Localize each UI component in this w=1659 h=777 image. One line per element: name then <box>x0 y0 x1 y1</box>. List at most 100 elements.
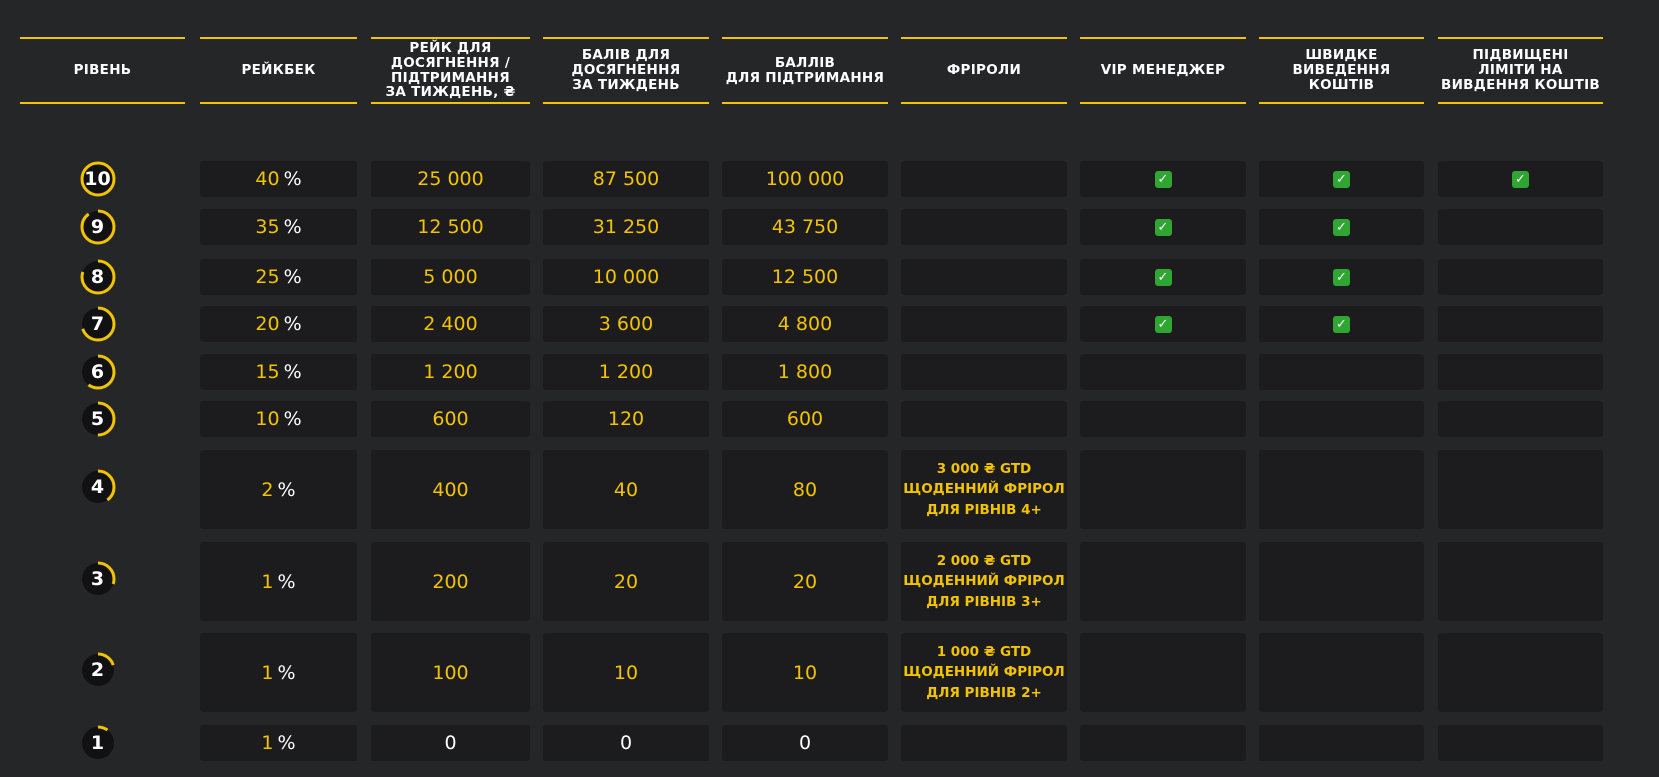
rakeback-cell: 15% <box>200 354 357 390</box>
level-badge: 7 <box>80 306 116 342</box>
header-line: ДЛЯ ПІДТРИМАННЯ <box>725 69 885 86</box>
fast-withdrawal-cell <box>1259 725 1424 761</box>
freeroll-cell <box>901 354 1067 390</box>
fast-withdrawal-cell <box>1259 450 1424 529</box>
vip-manager-cell <box>1080 542 1246 621</box>
points-keep-value: 600 <box>786 408 824 430</box>
higher-limits-cell <box>1438 450 1603 529</box>
vip-manager-cell <box>1080 633 1246 712</box>
points-reach-cell: 1 200 <box>543 354 709 390</box>
fast-withdrawal-cell: ✓ <box>1259 259 1424 295</box>
freeroll-cell <box>901 401 1067 437</box>
check-icon: ✓ <box>1154 170 1172 188</box>
rake-cell: 600 <box>371 401 530 437</box>
freeroll-line: ДЛЯ РІВНІВ 2+ <box>926 684 1042 701</box>
points-reach-cell: 31 250 <box>543 209 709 245</box>
rakeback-cell: 35% <box>200 209 357 245</box>
fast-withdrawal-cell <box>1259 354 1424 390</box>
percent-sign: % <box>277 732 296 754</box>
rake-value: 400 <box>432 478 469 501</box>
points-reach-cell: 87 500 <box>543 161 709 197</box>
points-keep-cell: 10 <box>722 633 888 712</box>
rake-cell: 12 500 <box>371 209 530 245</box>
points-reach-value: 10 000 <box>592 266 660 288</box>
points-keep-cell: 43 750 <box>722 209 888 245</box>
freeroll-cell: 2 000 ₴ GTD ЩОДЕННИЙ ФРІРОЛ ДЛЯ РІВНІВ 3+ <box>901 542 1067 621</box>
header-line: ЗА ТИЖДЕНЬ <box>572 76 680 93</box>
header-line: БАЛЛІВ <box>774 54 836 71</box>
freeroll-cell <box>901 306 1067 342</box>
points-reach-value: 120 <box>607 408 645 430</box>
rake-value: 12 500 <box>417 216 484 238</box>
header-line: РЕЙК ДЛЯ <box>409 39 492 56</box>
rakeback-cell: 2% <box>200 450 357 529</box>
points-keep-cell: 1 800 <box>722 354 888 390</box>
freeroll-line: 1 000 ₴ GTD <box>936 644 1032 661</box>
level-number: 7 <box>90 313 105 335</box>
check-icon: ✓ <box>1333 218 1350 236</box>
points-reach-value: 20 <box>613 570 639 593</box>
level-number: 3 <box>90 567 105 590</box>
points-keep-cell: 0 <box>722 725 888 761</box>
points-reach-value: 3 600 <box>598 313 654 335</box>
points-keep-value: 100 000 <box>765 168 845 190</box>
header-line: РІВЕНЬ <box>73 62 132 79</box>
percent-sign: % <box>283 313 302 335</box>
points-reach-cell: 10 000 <box>543 259 709 295</box>
vip-manager-cell: ✓ <box>1080 259 1246 295</box>
higher-limits-cell <box>1438 633 1603 712</box>
header-line: ФРІРОЛИ <box>946 62 1022 79</box>
rake-cell: 200 <box>371 542 530 621</box>
rake-cell: 25 000 <box>371 161 530 197</box>
points-keep-cell: 600 <box>722 401 888 437</box>
level-number: 5 <box>90 408 105 430</box>
points-reach-value: 31 250 <box>592 216 660 238</box>
check-icon: ✓ <box>1154 315 1172 333</box>
level-badge: 5 <box>80 401 116 437</box>
level-badge: 6 <box>80 354 116 390</box>
points-keep-value: 4 800 <box>777 313 833 335</box>
vip-manager-cell: ✓ <box>1080 161 1246 197</box>
rakeback-cell: 25% <box>200 259 357 295</box>
higher-limits-cell <box>1438 209 1603 245</box>
rakeback-cell: 1% <box>200 633 357 712</box>
freeroll-line: ЩОДЕННИЙ ФРІРОЛ <box>903 481 1065 498</box>
higher-limits-cell <box>1438 354 1603 390</box>
fast-withdrawal-cell <box>1259 542 1424 621</box>
rake-cell: 5 000 <box>371 259 530 295</box>
points-keep-value: 10 <box>792 661 818 684</box>
percent-sign: % <box>283 216 302 238</box>
fast-withdrawal-cell <box>1259 633 1424 712</box>
freeroll-cell <box>901 209 1067 245</box>
check-icon: ✓ <box>1154 218 1172 236</box>
level-badge: 10 <box>80 161 116 197</box>
points-keep-value: 12 500 <box>771 266 839 288</box>
header-line: VIP МЕНЕДЖЕР <box>1100 62 1226 79</box>
rake-value: 2 400 <box>423 313 478 335</box>
header-line: ДОСЯГНЕННЯ / <box>390 54 511 71</box>
points-keep-value: 43 750 <box>771 216 839 238</box>
points-reach-cell: 10 <box>543 633 709 712</box>
points-reach-value: 0 <box>619 732 633 754</box>
vip-manager-cell <box>1080 401 1246 437</box>
rakeback-cell: 10% <box>200 401 357 437</box>
rake-cell: 100 <box>371 633 530 712</box>
header-line: ВИВДЕННЯ КОШТІВ <box>1440 76 1601 93</box>
freeroll-cell: 3 000 ₴ GTD ЩОДЕННИЙ ФРІРОЛ ДЛЯ РІВНІВ 4+ <box>901 450 1067 529</box>
rakeback-value: 20 <box>255 313 280 335</box>
freeroll-line: ЩОДЕННИЙ ФРІРОЛ <box>903 573 1065 590</box>
header-line: РЕЙКБЕК <box>241 62 316 79</box>
rake-cell: 2 400 <box>371 306 530 342</box>
freeroll-cell <box>901 725 1067 761</box>
percent-sign: % <box>283 266 302 288</box>
header-points-keep: БАЛЛІВ ДЛЯ ПІДТРИМАННЯ <box>722 37 888 104</box>
rake-cell: 0 <box>371 725 530 761</box>
header-points-reach: БАЛІВ ДЛЯ ДОСЯГНЕННЯ ЗА ТИЖДЕНЬ <box>543 37 709 104</box>
rakeback-cell: 1% <box>200 725 357 761</box>
points-keep-value: 0 <box>798 732 812 754</box>
rakeback-value: 40 <box>255 168 280 190</box>
rake-value: 600 <box>432 408 469 430</box>
rakeback-cell: 1% <box>200 542 357 621</box>
rake-value: 0 <box>444 732 457 754</box>
rakeback-value: 1 <box>261 732 274 754</box>
